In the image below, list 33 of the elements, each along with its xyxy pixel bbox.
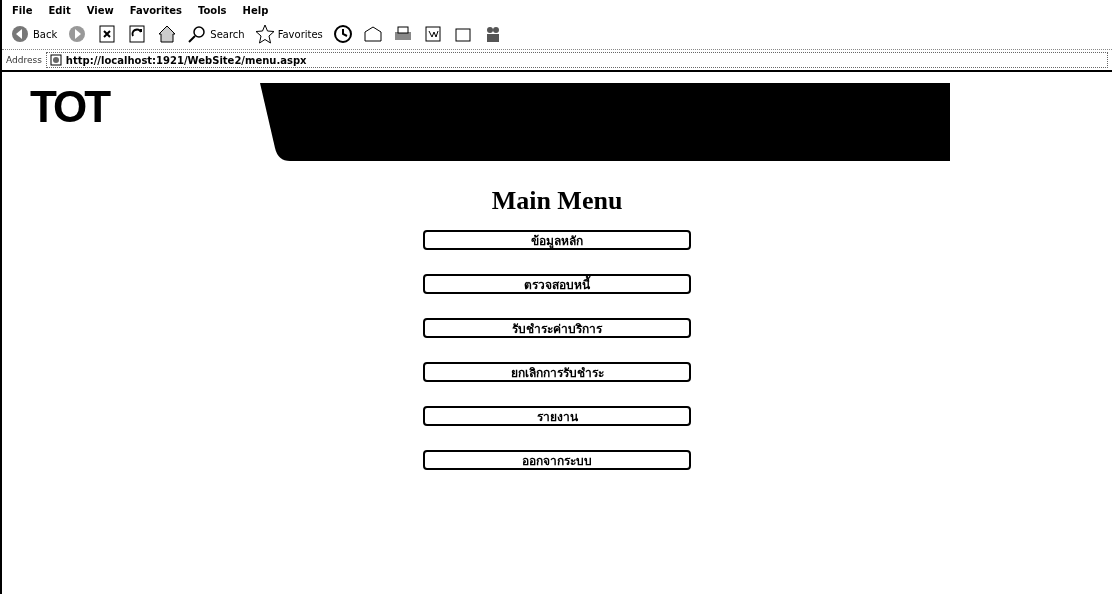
- menu-button[interactable]: รายงาน: [423, 406, 691, 426]
- edit-button[interactable]: [422, 24, 443, 44]
- refresh-button[interactable]: [127, 24, 148, 44]
- house-icon: [157, 24, 178, 44]
- menu-item[interactable]: View: [86, 5, 114, 16]
- menu-item[interactable]: File: [12, 5, 33, 16]
- menu-item[interactable]: Help: [242, 5, 269, 16]
- menu-item[interactable]: Edit: [48, 5, 71, 16]
- search-icon: [187, 24, 208, 44]
- menu-button[interactable]: ตรวจสอบหนี้: [423, 274, 691, 294]
- menu-button[interactable]: ออกจากระบบ: [423, 450, 691, 470]
- refresh-icon: [127, 24, 148, 44]
- address-field[interactable]: http://localhost:1921/WebSite2/menu.aspx: [45, 52, 1108, 68]
- logo: TOT: [30, 85, 110, 129]
- stop-button[interactable]: [97, 24, 118, 44]
- history-button[interactable]: [332, 24, 353, 44]
- address-label: Address: [6, 55, 42, 65]
- menu-button[interactable]: รับชำระค่าบริการ: [423, 318, 691, 338]
- forward-button[interactable]: [67, 24, 88, 44]
- home-button[interactable]: [157, 24, 178, 44]
- page-heading: Main Menu: [491, 186, 623, 216]
- search-button[interactable]: Search: [187, 24, 245, 44]
- menu-button[interactable]: ข้อมูลหลัก: [423, 230, 691, 250]
- menu-item[interactable]: Tools: [197, 5, 227, 16]
- star-icon: [254, 24, 275, 44]
- menu-item[interactable]: Favorites: [129, 5, 182, 16]
- favorites-button[interactable]: Favorites: [254, 24, 323, 44]
- stop-icon: [97, 24, 118, 44]
- back-button[interactable]: Back: [10, 24, 58, 44]
- page-icon: [49, 54, 62, 66]
- menu-button[interactable]: ยกเลิกการรับชำระ: [423, 362, 691, 382]
- clock-icon: [332, 24, 353, 44]
- document-icon: [422, 24, 443, 44]
